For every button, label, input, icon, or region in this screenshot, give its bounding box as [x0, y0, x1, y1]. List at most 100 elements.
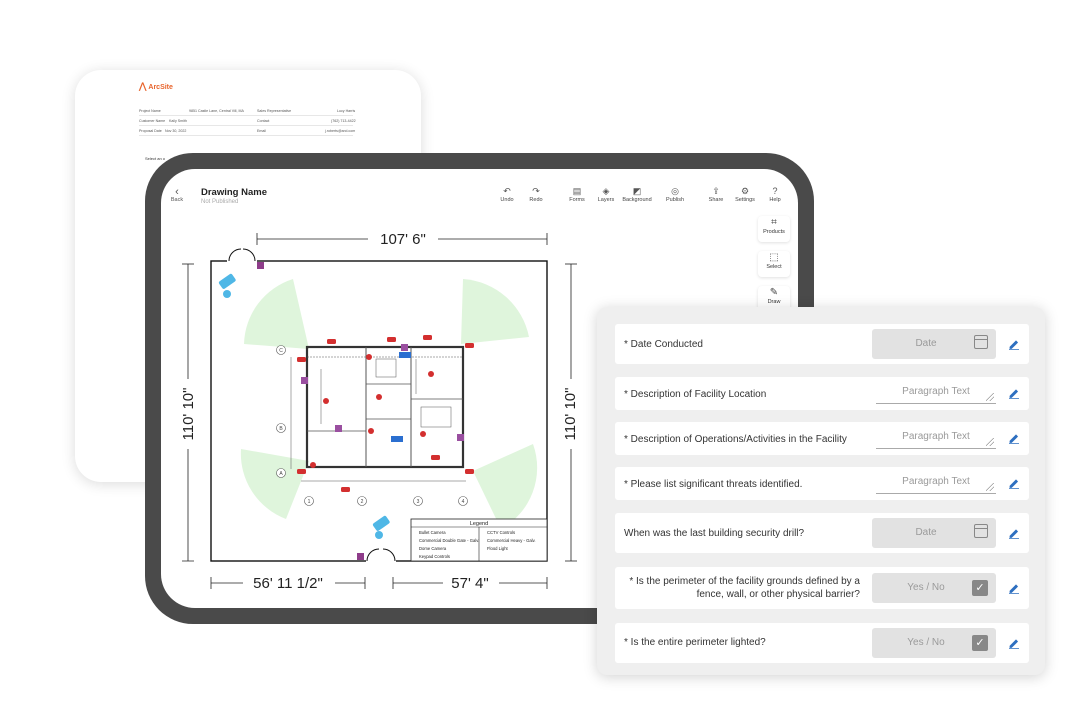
paragraph-input[interactable]: Paragraph Text	[876, 385, 996, 404]
pencil-icon[interactable]	[1008, 477, 1020, 489]
legend-item: Commercial Heavy - Galv.	[487, 538, 536, 543]
pencil-icon[interactable]	[1008, 432, 1020, 444]
resize-grip-icon[interactable]	[986, 438, 994, 446]
legend: Legend Bullet Camera Commercial Double G…	[410, 518, 548, 562]
proposal-date-value: Nov 30, 2022	[165, 129, 187, 133]
form-field-threats: * Please list significant threats identi…	[615, 467, 1029, 500]
dome-camera-marker	[420, 431, 426, 437]
coverage-cone	[244, 279, 309, 349]
email-value: j.roberts@arcl.com	[325, 129, 356, 133]
legend-item: CCTV Controls	[487, 530, 515, 535]
bullet-camera-marker	[465, 469, 474, 474]
proposal-date-label: Proposal Date	[139, 129, 162, 133]
grid-col-label: 1	[308, 499, 311, 505]
form-field-date-conducted: * Date Conducted Date	[615, 324, 1029, 364]
paragraph-input[interactable]: Paragraph Text	[876, 430, 996, 449]
dome-camera-marker	[376, 394, 382, 400]
dome-camera-marker	[366, 354, 372, 360]
dimension-left: 110' 10"	[180, 388, 197, 441]
checkbox-icon: ✓	[972, 580, 988, 596]
cctv-control-marker	[391, 436, 403, 442]
form-field-security-drill: When was the last building security dril…	[615, 513, 1029, 553]
contact-label: Contact	[257, 119, 270, 123]
survey-form-panel: * Date Conducted Date * Description of F…	[597, 307, 1045, 675]
dimension-right: 110' 10"	[562, 388, 579, 441]
dome-camera-marker	[368, 428, 374, 434]
ptz-camera-marker	[218, 273, 236, 289]
field-label: * Description of Facility Location	[624, 389, 767, 400]
coverage-cone	[461, 279, 529, 344]
form-field-facility-location: * Description of Facility Location Parag…	[615, 377, 1029, 410]
select-option-text: Select an o	[145, 156, 166, 161]
sales-rep-value: Lucy Harris	[337, 109, 356, 113]
legend-item: Flood Light	[487, 546, 509, 551]
grid-row-label: C	[279, 348, 283, 354]
bullet-camera-marker	[423, 335, 432, 340]
field-label: When was the last building security dril…	[624, 528, 805, 539]
coverage-cone	[473, 444, 538, 529]
bullet-camera-marker	[327, 339, 336, 344]
brand-name: ArcSite	[148, 84, 173, 91]
dimension-bottom-right: 57' 4"	[451, 575, 488, 592]
bullet-camera-marker	[465, 343, 474, 348]
customer-name-value: Kaily Smith	[169, 119, 187, 123]
dimension-bottom-left: 56' 11 1/2"	[253, 575, 323, 592]
date-input[interactable]: Date	[872, 329, 996, 359]
legend-item: Bullet Camera	[419, 530, 446, 535]
keypad-marker	[335, 425, 342, 432]
keypad-marker	[301, 377, 308, 384]
dimension-top: 107' 6"	[380, 231, 426, 248]
calendar-icon	[974, 335, 988, 349]
field-label: * Description of Operations/Activities i…	[624, 434, 847, 445]
legend-item: Keypad Controls	[419, 554, 450, 559]
pencil-icon[interactable]	[1008, 387, 1020, 399]
keypad-marker	[357, 553, 364, 560]
bullet-camera-marker	[431, 455, 440, 460]
legend-item: Dome Camera	[419, 546, 447, 551]
bullet-camera-marker	[297, 469, 306, 474]
date-input[interactable]: Date	[872, 518, 996, 548]
ptz-camera-marker	[375, 531, 383, 539]
form-field-perimeter-barrier: * Is the perimeter of the facility groun…	[615, 567, 1029, 609]
coverage-cone	[240, 449, 309, 519]
pencil-icon[interactable]	[1008, 338, 1020, 350]
grid-col-label: 2	[361, 499, 364, 505]
grid-col-label: 3	[417, 499, 420, 505]
pencil-icon[interactable]	[1008, 582, 1020, 594]
pencil-icon[interactable]	[1008, 637, 1020, 649]
checkbox-icon: ✓	[972, 635, 988, 651]
field-label: * Is the perimeter of the facility groun…	[629, 576, 860, 600]
form-field-operations: * Description of Operations/Activities i…	[615, 422, 1029, 455]
keypad-marker	[457, 434, 464, 441]
dome-camera-marker	[310, 462, 316, 468]
project-name-label: Project Name	[139, 109, 161, 113]
form-field-perimeter-lighted: * Is the entire perimeter lighted? Yes /…	[615, 623, 1029, 663]
ptz-camera-marker	[223, 290, 231, 298]
legend-title: Legend	[470, 521, 488, 527]
arcsite-logo: ⋀ ArcSite	[139, 81, 173, 92]
keypad-marker	[257, 262, 264, 269]
sales-rep-label: Sales Representative	[257, 109, 292, 113]
arcsite-logo-icon: ⋀	[139, 81, 147, 91]
resize-grip-icon[interactable]	[986, 483, 994, 491]
bullet-camera-marker	[387, 337, 396, 342]
dome-camera-marker	[428, 371, 434, 377]
field-label: * Please list significant threats identi…	[624, 479, 803, 490]
ptz-camera-marker	[372, 515, 390, 531]
bullet-camera-marker	[297, 357, 306, 362]
grid-col-label: 4	[462, 499, 465, 505]
dome-camera-marker	[323, 398, 329, 404]
cctv-control-marker	[399, 352, 411, 358]
resize-grip-icon[interactable]	[986, 393, 994, 401]
legend-item: Commercial Double Gate - Galv.	[419, 538, 479, 543]
field-label: * Is the entire perimeter lighted?	[624, 637, 766, 648]
pencil-icon[interactable]	[1008, 527, 1020, 539]
customer-name-label: Customer Name	[139, 119, 166, 123]
bullet-camera-marker	[341, 487, 350, 492]
calendar-icon	[974, 524, 988, 538]
email-label: Email	[257, 129, 266, 133]
paragraph-input[interactable]: Paragraph Text	[876, 475, 996, 494]
contact-value: (762) 713-4422	[331, 119, 356, 123]
yes-no-toggle[interactable]: Yes / No ✓	[872, 573, 996, 603]
yes-no-toggle[interactable]: Yes / No ✓	[872, 628, 996, 658]
